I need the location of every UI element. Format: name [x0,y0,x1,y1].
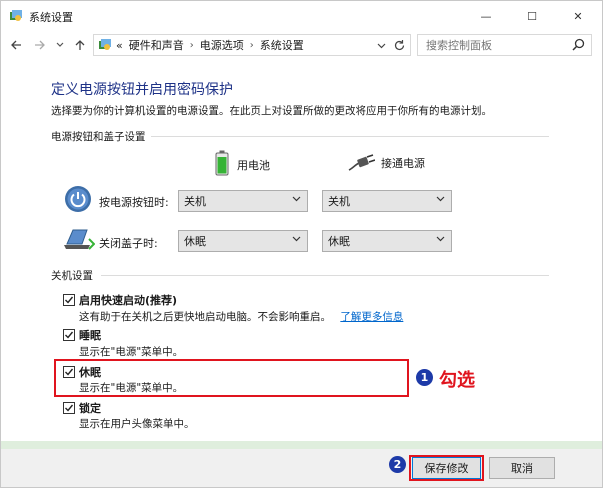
power-button-icon [65,186,91,212]
step-1-badge: 1 [416,369,433,386]
control-panel-icon [10,10,22,21]
chevron-down-icon [292,236,301,242]
lid-close-plugged-select[interactable]: 休眠 [322,230,452,252]
breadcrumb-system-settings[interactable]: 系统设置 [260,37,304,53]
maximize-button[interactable]: ☐ [509,1,555,31]
breadcrumb-power-options[interactable]: 电源选项 [200,37,244,53]
sleep-description: 显示在"电源"菜单中。 [79,346,184,358]
select-value: 关机 [328,195,350,208]
chevron-down-icon [292,196,301,202]
checkmark-icon [65,296,74,304]
column-header-battery: 用电池 [215,150,270,176]
select-value: 关机 [184,195,206,208]
sleep-label[interactable]: 睡眠 [79,327,101,343]
select-value: 休眠 [328,235,350,248]
step-2-badge: 2 [389,456,406,473]
power-button-battery-select[interactable]: 关机 [178,190,308,212]
search-box[interactable] [417,34,592,56]
learn-more-link[interactable]: 了解更多信息 [340,311,403,323]
battery-icon [215,150,229,176]
fast-startup-label[interactable]: 启用快速启动(推荐) [79,292,177,308]
sleep-checkbox[interactable] [63,329,75,341]
chevron-down-icon[interactable] [377,43,386,49]
select-value: 休眠 [184,235,206,248]
column-header-plugged: 接通电源 [347,154,425,172]
divider [151,136,549,137]
page-title: 定义电源按钮并启用密码保护 [51,82,233,98]
lock-checkbox[interactable] [63,402,75,414]
chevron-down-icon [436,236,445,242]
close-button[interactable]: ✕ [555,1,601,31]
chevron-down-icon [436,196,445,202]
power-button-label: 按电源按钮时: [99,196,169,209]
plugged-label: 接通电源 [381,157,425,170]
breadcrumb-overflow[interactable]: « [116,39,123,52]
address-bar[interactable]: « 硬件和声音 › 电源选项 › 系统设置 [93,34,411,56]
power-plug-icon [348,154,375,171]
footer-strip [1,441,602,449]
section-header-shutdown: 关机设置 [51,270,93,282]
minimize-button[interactable]: — [463,1,509,31]
search-input[interactable] [418,35,568,55]
refresh-icon[interactable] [393,39,406,52]
checkmark-icon [65,404,74,412]
laptop-lid-icon [64,229,95,250]
control-panel-window: 系统设置 — ☐ ✕ « 硬件和声音 › 电源选项 › 系统设置 搜索控制面板 … [0,0,603,488]
fast-startup-description: 这有助于在关机之后更快地启动电脑。不会影响重启。 了解更多信息 [79,309,403,324]
chevron-right-icon[interactable]: › [250,40,254,51]
lock-description: 显示在用户头像菜单中。 [79,418,195,430]
divider [101,275,549,276]
breadcrumb-hardware-sound[interactable]: 硬件和声音 [129,37,184,53]
fast-startup-checkbox[interactable] [63,294,75,306]
checkmark-icon [65,331,74,339]
save-button[interactable]: 保存修改 [412,457,481,479]
up-arrow-icon[interactable] [71,36,89,54]
title-bar: 系统设置 — ☐ ✕ [1,1,602,31]
search-icon[interactable] [572,38,585,51]
battery-label: 用电池 [237,159,270,172]
power-button-plugged-select[interactable]: 关机 [322,190,452,212]
hibernate-highlight-box [54,359,409,397]
lock-label[interactable]: 锁定 [79,400,101,416]
chevron-right-icon[interactable]: › [190,40,194,51]
cancel-button[interactable]: 取消 [489,457,555,479]
lid-close-label: 关闭盖子时: [99,237,158,250]
recent-dropdown-icon[interactable] [51,36,69,54]
back-arrow-icon[interactable] [7,36,25,54]
control-panel-icon [99,39,111,50]
page-description: 选择要为你的计算机设置的电源设置。在此页上对设置所做的更改将应用于你所有的电源计… [51,105,492,117]
footer-bar: 2 保存修改 取消 [1,449,602,487]
window-title: 系统设置 [29,11,73,24]
fast-startup-desc-text: 这有助于在关机之后更快地启动电脑。不会影响重启。 [79,311,331,323]
forward-arrow-icon[interactable] [31,36,49,54]
address-row: « 硬件和声音 › 电源选项 › 系统设置 [1,31,602,59]
section-header-power: 电源按钮和盖子设置 [51,131,146,143]
step-1-annotation: 勾选 [439,370,475,391]
lid-close-battery-select[interactable]: 休眠 [178,230,308,252]
